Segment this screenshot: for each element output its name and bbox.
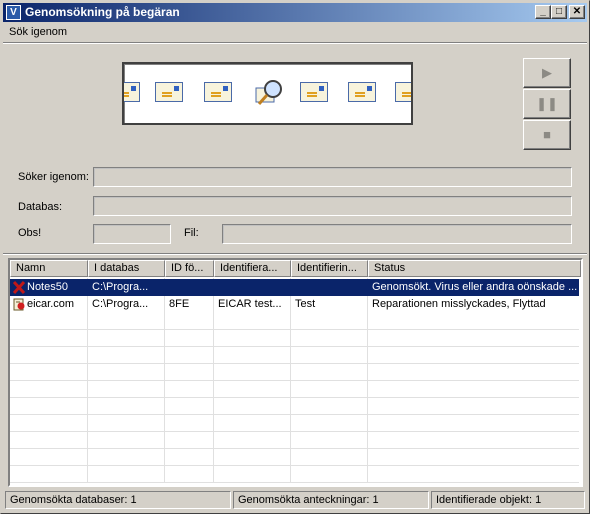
status-databases: Genomsökta databaser: 1	[5, 491, 231, 509]
envelope-icon	[204, 82, 232, 102]
column-header-database[interactable]: I databas	[88, 260, 165, 277]
status-notes: Genomsökta anteckningar: 1	[233, 491, 429, 509]
row-id	[165, 279, 214, 296]
row-name: eicar.com	[27, 298, 75, 310]
table-row[interactable]: eicar.com C:\Progra... 8FE EICAR test...…	[10, 296, 579, 313]
row-id: 8FE	[169, 298, 190, 310]
column-header-identification[interactable]: Identifierin...	[291, 260, 368, 277]
envelope-icon	[300, 82, 328, 102]
status-identified: Identifierade objekt: 1	[431, 491, 585, 509]
row-status: Reparationen misslyckades, Flyttad	[372, 298, 546, 310]
list-header: Namn I databas ID fö... Identifiera... I…	[10, 260, 581, 278]
stop-button[interactable]: ■	[523, 120, 571, 150]
magnifier-icon	[255, 80, 282, 105]
row-identified: EICAR test...	[218, 298, 282, 310]
database-label: Databas:	[18, 201, 63, 213]
status-bar: Genomsökta databaser: 1 Genomsökta antec…	[3, 490, 587, 510]
row-status: Genomsökt. Virus eller andra oönskade ..…	[372, 281, 578, 293]
row-identification	[291, 279, 368, 296]
table-row[interactable]: Notes50 C:\Progra... Genomsökt. Virus el…	[10, 279, 579, 296]
maximize-button[interactable]: □	[551, 5, 567, 19]
play-button[interactable]: ▶	[523, 58, 571, 88]
minimize-button[interactable]: _	[535, 5, 551, 19]
close-button[interactable]: ✕	[569, 5, 585, 19]
list-separator	[3, 253, 587, 255]
scanning-label: Söker igenom:	[18, 171, 89, 183]
row-identified	[214, 279, 291, 296]
database-field	[93, 196, 572, 216]
file-label: Fil:	[184, 227, 199, 239]
menu-bar: Sök igenom	[3, 23, 587, 42]
row-name: Notes50	[27, 281, 68, 293]
note-field	[93, 224, 171, 244]
column-header-status[interactable]: Status	[368, 260, 581, 277]
app-icon: V	[6, 5, 21, 20]
file-field	[222, 224, 572, 244]
envelope-icon	[348, 82, 376, 102]
infected-file-icon	[13, 298, 25, 311]
play-icon: ▶	[542, 65, 552, 80]
scanning-field	[93, 167, 572, 187]
pause-icon: ❚❚	[536, 96, 558, 111]
window-title: Genomsökning på begäran	[25, 5, 180, 19]
red-x-icon	[12, 280, 26, 294]
pause-button[interactable]: ❚❚	[523, 89, 571, 119]
column-header-name[interactable]: Namn	[10, 260, 88, 277]
menu-scan[interactable]: Sök igenom	[9, 26, 67, 38]
main-window: V Genomsökning på begäran _ □ ✕ Sök igen…	[0, 0, 590, 514]
note-label: Obs!	[18, 227, 42, 239]
row-database: C:\Progra...	[92, 281, 149, 293]
envelope-icon	[155, 82, 183, 102]
title-bar[interactable]: V Genomsökning på begäran _ □ ✕	[3, 3, 587, 22]
results-list[interactable]: Namn I databas ID fö... Identifiera... I…	[8, 258, 583, 487]
column-header-id[interactable]: ID fö...	[165, 260, 214, 277]
envelope-icon	[124, 82, 140, 102]
stop-icon: ■	[543, 127, 551, 142]
envelope-icon	[395, 82, 411, 102]
scan-animation	[122, 62, 413, 125]
menu-separator	[3, 42, 587, 44]
row-identification: Test	[295, 298, 316, 310]
row-database: C:\Progra...	[92, 298, 149, 310]
column-header-identified[interactable]: Identifiera...	[214, 260, 291, 277]
